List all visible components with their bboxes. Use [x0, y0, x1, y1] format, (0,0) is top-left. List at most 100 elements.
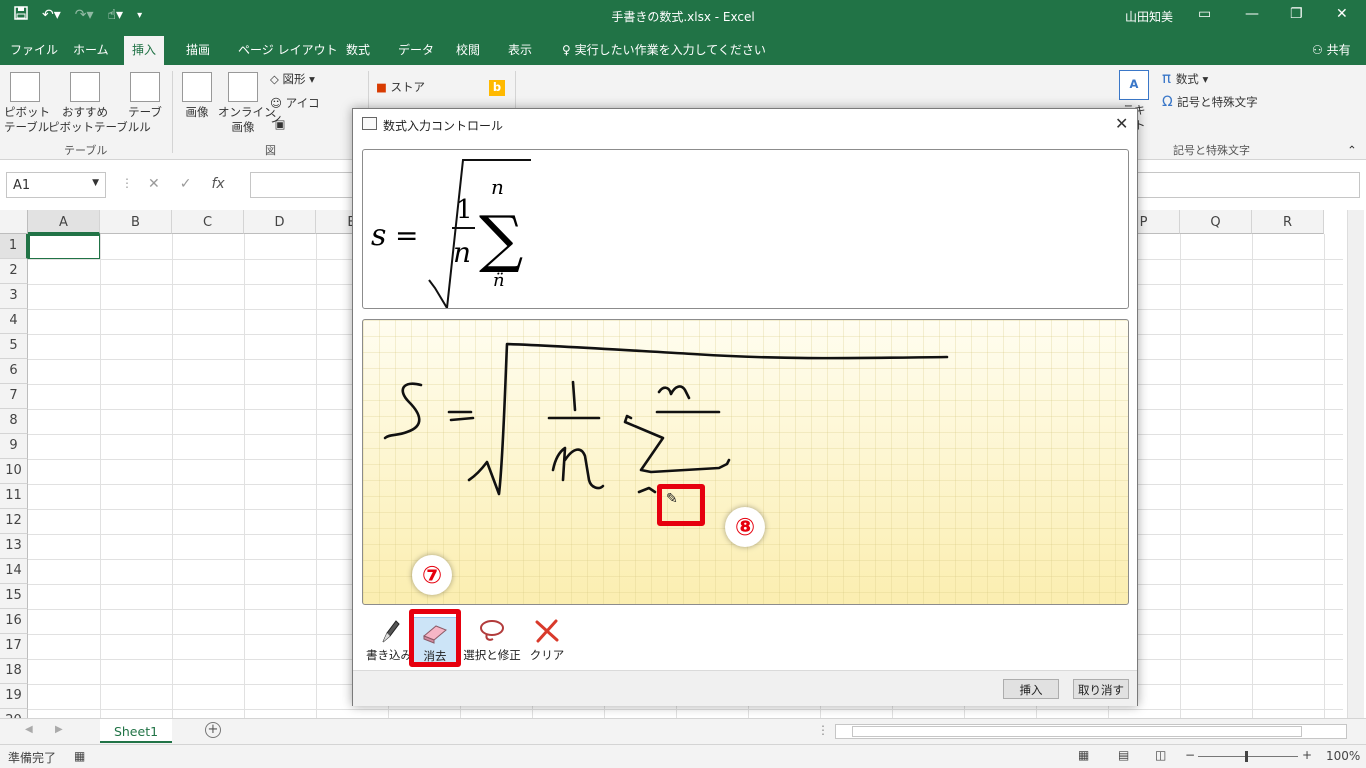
row-header[interactable]: 6: [0, 359, 28, 384]
recommended-pivot-button[interactable]: おすすめ ピボットテーブル: [48, 72, 139, 135]
group-symbols-label: 記号と特殊文字: [1173, 144, 1250, 157]
tab-review[interactable]: 校閲: [456, 41, 480, 58]
cancel-button[interactable]: 取り消す: [1073, 679, 1129, 699]
row-header[interactable]: 8: [0, 409, 28, 434]
row-header[interactable]: 2: [0, 259, 28, 284]
equation-preview: s = 1 n n ∑ n̈: [362, 149, 1129, 312]
sheet-tab-label: Sheet1: [113, 724, 159, 739]
tab-home[interactable]: ホーム: [73, 41, 109, 58]
screenshot-icon[interactable]: ▣: [270, 117, 290, 132]
row-header[interactable]: 13: [0, 534, 28, 559]
shapes-label: 図形: [282, 72, 306, 86]
collapse-ribbon-icon[interactable]: ⌃: [1345, 143, 1359, 158]
row-header[interactable]: 5: [0, 334, 28, 359]
tab-formulas[interactable]: 数式: [346, 41, 370, 58]
row-header[interactable]: 19: [0, 684, 28, 709]
pivot-table-button[interactable]: ピボット テーブル: [4, 72, 50, 135]
row-header[interactable]: 17: [0, 634, 28, 659]
row-header[interactable]: 15: [0, 584, 28, 609]
zoom-out-icon[interactable]: −: [1185, 748, 1195, 762]
insert-button[interactable]: 挿入: [1003, 679, 1059, 699]
handwriting-pad[interactable]: [362, 319, 1129, 605]
symbol-button[interactable]: Ω 記号と特殊文字: [1162, 95, 1272, 110]
row-header[interactable]: 12: [0, 509, 28, 534]
row-header[interactable]: 16: [0, 609, 28, 634]
ribbon-display-icon[interactable]: ▭: [1198, 6, 1211, 22]
equation-button[interactable]: π 数式 ▾: [1162, 71, 1252, 87]
column-header[interactable]: C: [172, 210, 244, 234]
cancel-entry-icon[interactable]: ✕: [148, 176, 160, 192]
row-header[interactable]: 18: [0, 659, 28, 684]
row-header[interactable]: 11: [0, 484, 28, 509]
row-header[interactable]: 14: [0, 559, 28, 584]
add-sheet-button[interactable]: +: [205, 722, 221, 738]
tab-page-layout[interactable]: ページ レイアウト: [238, 41, 338, 58]
sheet-tab[interactable]: Sheet1: [100, 719, 172, 743]
tab-insert[interactable]: 挿入: [124, 36, 165, 65]
enter-entry-icon[interactable]: ✓: [180, 176, 192, 192]
name-box[interactable]: A1 ▼: [6, 172, 106, 198]
tab-draw[interactable]: 描画: [186, 41, 210, 58]
scroll-left-icon[interactable]: ◀: [25, 724, 33, 735]
selected-cell[interactable]: [28, 234, 101, 260]
column-header[interactable]: B: [100, 210, 172, 234]
preview-denominator: n: [453, 236, 471, 269]
shapes-button[interactable]: ◇ 図形 ▾: [270, 72, 330, 87]
macro-record-icon[interactable]: ▦: [74, 749, 85, 763]
minimize-icon[interactable]: —: [1245, 6, 1259, 22]
row-header[interactable]: 1: [0, 234, 28, 259]
close-icon[interactable]: ✕: [1115, 114, 1128, 133]
page-break-view-icon[interactable]: ◫: [1155, 748, 1166, 762]
store-button[interactable]: ■ ストア: [376, 80, 436, 95]
bing-icon[interactable]: b: [489, 80, 505, 96]
row-header[interactable]: 3: [0, 284, 28, 309]
picture-button[interactable]: 画像: [180, 72, 214, 120]
vertical-scrollbar[interactable]: [1347, 210, 1364, 718]
zoom-in-icon[interactable]: +: [1302, 748, 1312, 762]
user-name[interactable]: 山田知美: [1125, 8, 1173, 25]
tell-me-search[interactable]: ♀ 実行したい作業を入力してください: [562, 41, 766, 58]
horizontal-scroll-thumb[interactable]: [852, 726, 1302, 737]
row-header[interactable]: 4: [0, 309, 28, 334]
online-picture-button[interactable]: オンライン 画像: [218, 72, 276, 135]
row-header[interactable]: 10: [0, 459, 28, 484]
table-button[interactable]: テーブル: [124, 72, 166, 135]
column-header[interactable]: A: [28, 210, 100, 234]
row-header[interactable]: 7: [0, 384, 28, 409]
splitter-grip-icon[interactable]: ⋮: [817, 723, 829, 737]
column-header[interactable]: R: [1252, 210, 1324, 234]
group-tables-label: テーブル: [64, 144, 108, 157]
close-window-icon[interactable]: ✕: [1336, 6, 1348, 22]
table-label: テーブル: [128, 105, 162, 134]
tab-data[interactable]: データ: [398, 41, 434, 58]
write-tool-button[interactable]: 書き込み: [365, 617, 413, 663]
clear-tool-button[interactable]: クリア: [529, 617, 565, 663]
share-button[interactable]: ⚇ 共有: [1312, 41, 1351, 58]
zoom-slider[interactable]: [1198, 756, 1298, 757]
restore-icon[interactable]: ❐: [1290, 6, 1303, 22]
page-layout-view-icon[interactable]: ▤: [1118, 748, 1129, 762]
row-header[interactable]: 20: [0, 709, 28, 718]
normal-view-icon[interactable]: ▦: [1078, 748, 1089, 762]
select-correct-tool-button[interactable]: 選択と修正: [463, 617, 521, 663]
horizontal-scrollbar[interactable]: [835, 724, 1347, 739]
dialog-footer: 挿入 取り消す: [353, 670, 1137, 706]
insert-function-icon[interactable]: fx: [211, 176, 224, 192]
zoom-slider-thumb[interactable]: [1245, 751, 1248, 762]
math-input-icon: [362, 117, 377, 130]
row-header[interactable]: 9: [0, 434, 28, 459]
step8-highlight: ✎: [657, 484, 705, 526]
store-icon: ■: [376, 80, 391, 94]
select-all-corner[interactable]: [0, 210, 28, 234]
column-header[interactable]: Q: [1180, 210, 1252, 234]
chevron-down-icon[interactable]: ▼: [92, 178, 99, 188]
tab-view[interactable]: 表示: [508, 41, 532, 58]
scroll-right-icon[interactable]: ▶: [55, 724, 63, 735]
tab-file[interactable]: ファイル: [10, 41, 58, 58]
zoom-level[interactable]: 100%: [1326, 749, 1360, 763]
clear-tool-label: クリア: [529, 648, 565, 662]
preview-numerator: 1: [456, 195, 473, 225]
recommended-pivot-icon: [70, 72, 100, 102]
preview-equals: =: [395, 219, 418, 252]
column-header[interactable]: D: [244, 210, 316, 234]
